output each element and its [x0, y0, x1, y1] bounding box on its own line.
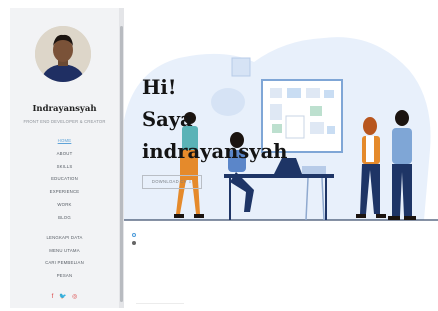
sidebar: Indrayansyah FRONT END DEVELOPER & CREAT… [10, 8, 119, 308]
nav-lengkapi-data[interactable]: LENGKAPI DATA [10, 235, 119, 240]
slider-dot[interactable] [132, 241, 136, 245]
avatar [35, 26, 91, 82]
nav-menu-utama[interactable]: MENU UTAMA [10, 248, 119, 253]
download-cv-button[interactable]: DOWNLOAD CV ⇩ [142, 175, 202, 189]
slider-dot-active[interactable] [132, 233, 136, 237]
nav-home[interactable]: HOME [10, 138, 119, 143]
scrollbar-thumb[interactable] [120, 26, 123, 302]
nav-blog[interactable]: BLOG [10, 215, 119, 220]
nav-cari-pembelian[interactable]: CARI PEMBELIAN [10, 260, 119, 265]
hero-line-saya: Saya [142, 108, 193, 131]
divider [136, 303, 184, 304]
hero-greeting: Hi! [142, 76, 177, 99]
nav-education[interactable]: EDUCATION [10, 176, 119, 181]
instagram-icon[interactable]: ◎ [72, 294, 77, 300]
nav-about[interactable]: ABOUT [10, 151, 119, 156]
nav-work[interactable]: WORK [10, 202, 119, 207]
social-links: f 🐦 ◎ [10, 293, 119, 300]
nav-skills[interactable]: SKILLS [10, 164, 119, 169]
facebook-icon[interactable]: f [52, 294, 54, 300]
hero-section: Hi! Saya indrayansyah DOWNLOAD CV ⇩ [124, 0, 438, 311]
nav-pesan[interactable]: PESAN [10, 273, 119, 278]
profile-name: Indrayansyah [32, 104, 97, 114]
nav-experience[interactable]: EXPERIENCE [10, 189, 119, 194]
twitter-icon[interactable]: 🐦 [59, 294, 66, 300]
profile-role: FRONT END DEVELOPER & CREATOR [23, 119, 106, 124]
hero-name: indrayansyah [142, 140, 288, 163]
